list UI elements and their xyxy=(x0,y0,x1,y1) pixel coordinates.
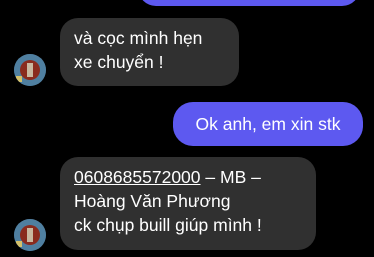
message-text: ck chụp buill giúp mình ! xyxy=(74,215,262,235)
sender-avatar-icon[interactable] xyxy=(14,219,46,251)
message-text: và cọc mình hẹn xyxy=(74,28,203,48)
outgoing-message[interactable]: Ok anh, em xin stk xyxy=(173,102,363,146)
message-text: xe chuyển ! xyxy=(74,52,164,72)
outgoing-message-partial[interactable] xyxy=(138,0,360,6)
message-text: Hoàng Văn Phương xyxy=(74,191,231,211)
message-first-line: 0608685572000 – MB – xyxy=(74,165,302,189)
phone-number-link[interactable]: 0608685572000 xyxy=(74,167,201,187)
incoming-message[interactable]: và cọc mình hẹn xe chuyển ! xyxy=(60,18,239,86)
incoming-message[interactable]: 0608685572000 – MB – Hoàng Văn Phương ck… xyxy=(60,157,316,250)
sender-avatar-icon[interactable] xyxy=(14,54,46,86)
message-text: Ok anh, em xin stk xyxy=(195,114,341,134)
bank-name-text: – MB – xyxy=(205,167,261,187)
